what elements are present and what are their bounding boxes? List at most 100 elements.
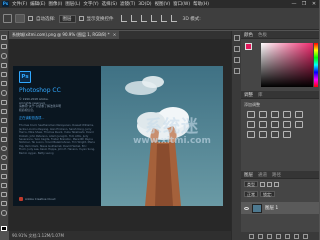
paragraph-panel-icon[interactable] <box>233 68 240 74</box>
exposure-icon[interactable] <box>283 111 291 118</box>
tab-channels[interactable]: 通道 <box>258 172 267 178</box>
add-mask-icon[interactable] <box>267 233 272 239</box>
align-center-icon[interactable] <box>130 15 137 22</box>
gradient-icon[interactable] <box>1 136 7 142</box>
brightness-icon[interactable] <box>247 111 255 118</box>
photo-filter-icon[interactable] <box>283 121 291 128</box>
tab-paths[interactable]: 路径 <box>272 172 281 178</box>
layer-name[interactable]: 图层 1 <box>265 205 278 211</box>
photoshop-logo: Ps <box>19 71 31 83</box>
threshold-icon[interactable] <box>271 131 279 138</box>
healing-brush-icon[interactable] <box>1 90 7 96</box>
document-tab-title: 系统城(xitmi.com).png @ 90.9% (图层 1, RGB/8)… <box>12 32 110 37</box>
levels-icon[interactable] <box>259 111 267 118</box>
crop-icon[interactable] <box>1 71 7 78</box>
menu-edit[interactable]: 编辑(E) <box>30 1 45 7</box>
hue-saturation-icon[interactable] <box>247 121 255 128</box>
document-tab[interactable]: 系统城(xitmi.com).png @ 90.9% (图层 1, RGB/8)… <box>9 31 120 39</box>
layer-thumbnail <box>252 203 262 213</box>
filter-pixel-icon[interactable] <box>260 181 265 187</box>
home-icon[interactable] <box>3 14 12 23</box>
brush-icon[interactable] <box>1 99 7 105</box>
type-icon[interactable] <box>1 173 7 179</box>
new-adjustment-icon[interactable] <box>276 233 281 239</box>
hand-icon[interactable] <box>1 201 7 207</box>
document-tab-bar: 系统城(xitmi.com).png @ 90.9% (图层 1, RGB/8)… <box>9 31 231 39</box>
shape-icon[interactable] <box>1 191 7 198</box>
tab-adjustments[interactable]: 调整 <box>244 92 253 98</box>
pen-icon[interactable] <box>1 164 7 170</box>
gradient-map-icon[interactable] <box>283 131 291 138</box>
menu-layer[interactable]: 图层(L) <box>65 1 80 7</box>
tab-swatches[interactable]: 色板 <box>258 32 267 38</box>
color-balance-icon[interactable] <box>259 121 267 128</box>
zoom-icon[interactable] <box>1 210 7 216</box>
close-window-button[interactable]: ✕ <box>309 0 319 8</box>
menu-window[interactable]: 窗口(W) <box>173 1 190 7</box>
hue-slider[interactable] <box>314 43 318 87</box>
new-group-icon[interactable] <box>285 233 290 239</box>
align-bottom-icon[interactable] <box>170 15 177 22</box>
tab-libraries[interactable]: 库 <box>258 92 263 98</box>
history-brush-icon[interactable] <box>1 118 7 124</box>
watermark-text: 系统迷 <box>145 117 199 137</box>
history-panel-icon[interactable] <box>233 35 240 41</box>
dodge-icon[interactable] <box>1 155 7 161</box>
kind-filter-dropdown[interactable]: 类型 <box>244 181 258 187</box>
eraser-icon[interactable] <box>1 127 7 133</box>
align-top-icon[interactable] <box>150 15 157 22</box>
posterize-icon[interactable] <box>259 131 267 138</box>
close-tab-icon[interactable]: × <box>113 33 117 38</box>
marquee-icon[interactable] <box>1 44 7 50</box>
channel-mixer-icon[interactable] <box>295 121 303 128</box>
legal-line: 和商标信息。 <box>19 107 36 112</box>
align-middle-icon[interactable] <box>160 15 167 22</box>
foreground-background-swatch[interactable] <box>1 225 7 231</box>
menu-file[interactable]: 文件(F) <box>12 1 27 7</box>
auto-select-dropdown[interactable]: 图层 <box>58 14 76 23</box>
menu-help[interactable]: 帮助(H) <box>193 1 209 7</box>
trash-icon[interactable] <box>303 233 308 239</box>
filter-adjust-icon[interactable] <box>267 181 272 187</box>
align-right-icon[interactable] <box>140 15 147 22</box>
tab-layers[interactable]: 图层 <box>244 172 253 178</box>
layer-row[interactable]: 图层 1 <box>241 202 319 214</box>
color-field[interactable] <box>261 43 313 87</box>
maximize-button[interactable]: ❐ <box>299 0 309 8</box>
menu-type[interactable]: 文字(Y) <box>83 1 98 7</box>
visibility-eye-icon[interactable] <box>244 206 249 210</box>
tab-color[interactable]: 颜色 <box>244 32 253 38</box>
watermark: 系统迷 www.xitmi.com <box>127 112 217 152</box>
eyedropper-icon[interactable] <box>1 81 7 87</box>
minimize-button[interactable]: — <box>289 0 299 8</box>
character-panel-icon[interactable] <box>233 57 240 63</box>
move-tool-icon[interactable] <box>15 14 25 23</box>
black-white-icon[interactable] <box>271 121 279 128</box>
splash-info-panel: Ps Photoshop CC © 1990-2018 Adobe. All r… <box>13 66 101 206</box>
properties-panel-icon[interactable] <box>233 46 240 52</box>
menu-filter[interactable]: 滤镜(T) <box>120 1 135 7</box>
blend-mode-dropdown[interactable]: 正常 <box>244 191 258 197</box>
curves-icon[interactable] <box>271 111 279 118</box>
quick-select-icon[interactable] <box>1 62 7 68</box>
clone-stamp-icon[interactable] <box>1 108 7 115</box>
show-transform-checkbox[interactable] <box>78 16 84 21</box>
filter-type-icon[interactable] <box>274 181 279 187</box>
new-layer-icon[interactable] <box>294 233 299 239</box>
menu-view[interactable]: 视图(V) <box>155 1 171 7</box>
layer-style-icon[interactable] <box>258 233 263 239</box>
vibrance-icon[interactable] <box>295 111 303 118</box>
blur-icon[interactable] <box>1 145 7 152</box>
align-left-icon[interactable] <box>120 15 127 22</box>
move-icon[interactable] <box>1 35 7 41</box>
menu-select[interactable]: 选择(S) <box>102 1 117 7</box>
lasso-icon[interactable] <box>1 53 7 59</box>
foreground-color[interactable] <box>245 43 252 50</box>
path-select-icon[interactable] <box>1 182 7 188</box>
photoshop-app-icon[interactable]: Ps <box>2 1 9 7</box>
menu-3d[interactable]: 3D(D) <box>138 2 151 7</box>
menu-image[interactable]: 图像(I) <box>48 1 62 7</box>
auto-select-checkbox[interactable] <box>28 16 33 21</box>
link-layers-icon[interactable] <box>249 233 254 239</box>
invert-icon[interactable] <box>247 131 255 138</box>
